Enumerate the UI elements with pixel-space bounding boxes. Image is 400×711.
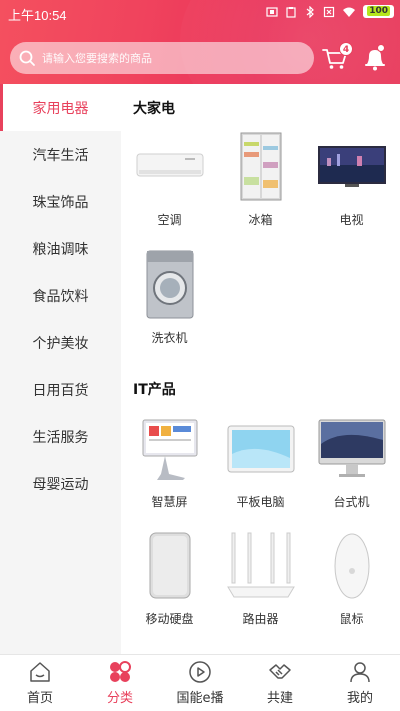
tab-label: 首页	[26, 691, 53, 706]
portable-hard-drive-icon	[149, 532, 190, 599]
product-item[interactable]: 洗衣机	[123, 250, 216, 346]
home-icon	[30, 662, 50, 682]
product-name: 电视	[339, 213, 364, 227]
tab-home[interactable]: 首页	[0, 655, 80, 711]
tab-co-build[interactable]: 共建	[240, 655, 320, 711]
sidebar-item-food-drinks[interactable]: 食品饮料	[0, 272, 121, 319]
search-icon	[19, 50, 35, 66]
product-name: 鼠标	[339, 612, 364, 626]
sidebar-item-label: 家用电器	[32, 100, 89, 117]
product-name: 路由器	[242, 612, 279, 626]
sidebar-item-label: 汽车生活	[32, 147, 89, 164]
sidebar-item-label: 日用百货	[32, 382, 89, 399]
air-conditioner-icon	[136, 153, 203, 177]
tab-label: 分类	[106, 691, 133, 706]
smart-screen-icon	[142, 419, 197, 480]
notification-dot	[377, 44, 385, 52]
product-item[interactable]: 平板电脑	[214, 414, 307, 510]
cart-badge: 4	[339, 42, 353, 56]
status-bar: 上午10:54 100	[0, 0, 400, 26]
product-name: 台式机	[333, 495, 370, 509]
washing-machine-icon	[146, 250, 193, 319]
handshake-icon	[269, 664, 291, 679]
battery-level: 100	[367, 6, 390, 16]
sim-no-signal-icon	[324, 6, 335, 17]
section-title: IT产品	[133, 382, 176, 398]
sidebar-item-life-services[interactable]: 生活服务	[0, 413, 121, 460]
product-name: 冰箱	[248, 213, 273, 227]
category-content: 大家电 空调 冰箱 电视 洗衣机 IT产品 智慧屏 平板电脑 台式机 移动硬盘 …	[121, 84, 400, 654]
router-icon	[226, 532, 295, 598]
product-item[interactable]: 空调	[123, 132, 216, 228]
top-header: 上午10:54 100 4	[0, 0, 400, 84]
product-item[interactable]: 台式机	[305, 414, 398, 510]
sidebar-item-grain-oil[interactable]: 粮油调味	[0, 225, 121, 272]
desktop-computer-icon	[318, 419, 385, 477]
tab-category[interactable]: 分类	[80, 655, 160, 711]
product-item[interactable]: 移动硬盘	[123, 531, 216, 627]
product-item[interactable]: 智慧屏	[123, 414, 216, 510]
status-time: 上午10:54	[8, 8, 67, 23]
product-item[interactable]: 电视	[305, 132, 398, 228]
scroll-indicator	[254, 648, 266, 663]
bluetooth-icon	[306, 5, 315, 18]
tab-label: 共建	[266, 691, 293, 706]
product-item[interactable]: 鼠标	[305, 531, 398, 627]
category-icon	[110, 661, 131, 682]
sidebar-item-label: 个护美妆	[32, 335, 89, 352]
product-item[interactable]: 路由器	[214, 531, 307, 627]
sidebar-item-home-appliances[interactable]: 家用电器	[0, 84, 121, 131]
clipboard-icon	[286, 6, 296, 18]
product-name: 平板电脑	[236, 495, 285, 509]
mouse-icon	[334, 533, 369, 599]
tab-live-broadcast[interactable]: 国能e播	[160, 655, 240, 711]
tab-label: 我的	[346, 691, 373, 706]
tablet-icon	[227, 425, 294, 473]
search-bar[interactable]	[10, 42, 314, 74]
sidebar-item-label: 食品饮料	[32, 288, 89, 305]
product-name: 智慧屏	[151, 495, 188, 509]
screenshot-icon	[266, 6, 278, 17]
refrigerator-icon	[240, 132, 281, 201]
product-name: 空调	[157, 213, 182, 227]
product-name: 洗衣机	[151, 331, 188, 345]
battery-indicator: 100	[363, 5, 394, 18]
section-title: 大家电	[133, 101, 175, 117]
sidebar-item-personal-care[interactable]: 个护美妆	[0, 319, 121, 366]
sidebar-item-daily-goods[interactable]: 日用百货	[0, 366, 121, 413]
television-icon	[317, 146, 386, 187]
search-input[interactable]	[42, 51, 292, 65]
sidebar-item-label: 生活服务	[32, 429, 89, 446]
sidebar-item-mother-baby-sports[interactable]: 母婴运动	[0, 460, 121, 507]
wifi-icon	[343, 7, 356, 17]
profile-icon	[350, 662, 370, 683]
sidebar-item-auto-life[interactable]: 汽车生活	[0, 131, 121, 178]
play-icon	[189, 661, 211, 683]
category-sidebar: 家用电器 汽车生活 珠宝饰品 粮油调味 食品饮料 个护美妆 日用百货 生活服务 …	[0, 84, 121, 654]
status-icons: 100	[266, 5, 394, 18]
sidebar-item-jewelry[interactable]: 珠宝饰品	[0, 178, 121, 225]
tab-label: 国能e播	[176, 691, 224, 706]
bottom-tab-bar: 首页 分类 国能e播 共建 我的	[0, 654, 400, 711]
sidebar-item-label: 珠宝饰品	[32, 194, 89, 211]
product-item[interactable]: 冰箱	[214, 132, 307, 228]
tab-profile[interactable]: 我的	[320, 655, 400, 711]
sidebar-item-label: 粮油调味	[32, 241, 89, 258]
sidebar-item-label: 母婴运动	[32, 476, 89, 493]
product-name: 移动硬盘	[145, 612, 194, 626]
